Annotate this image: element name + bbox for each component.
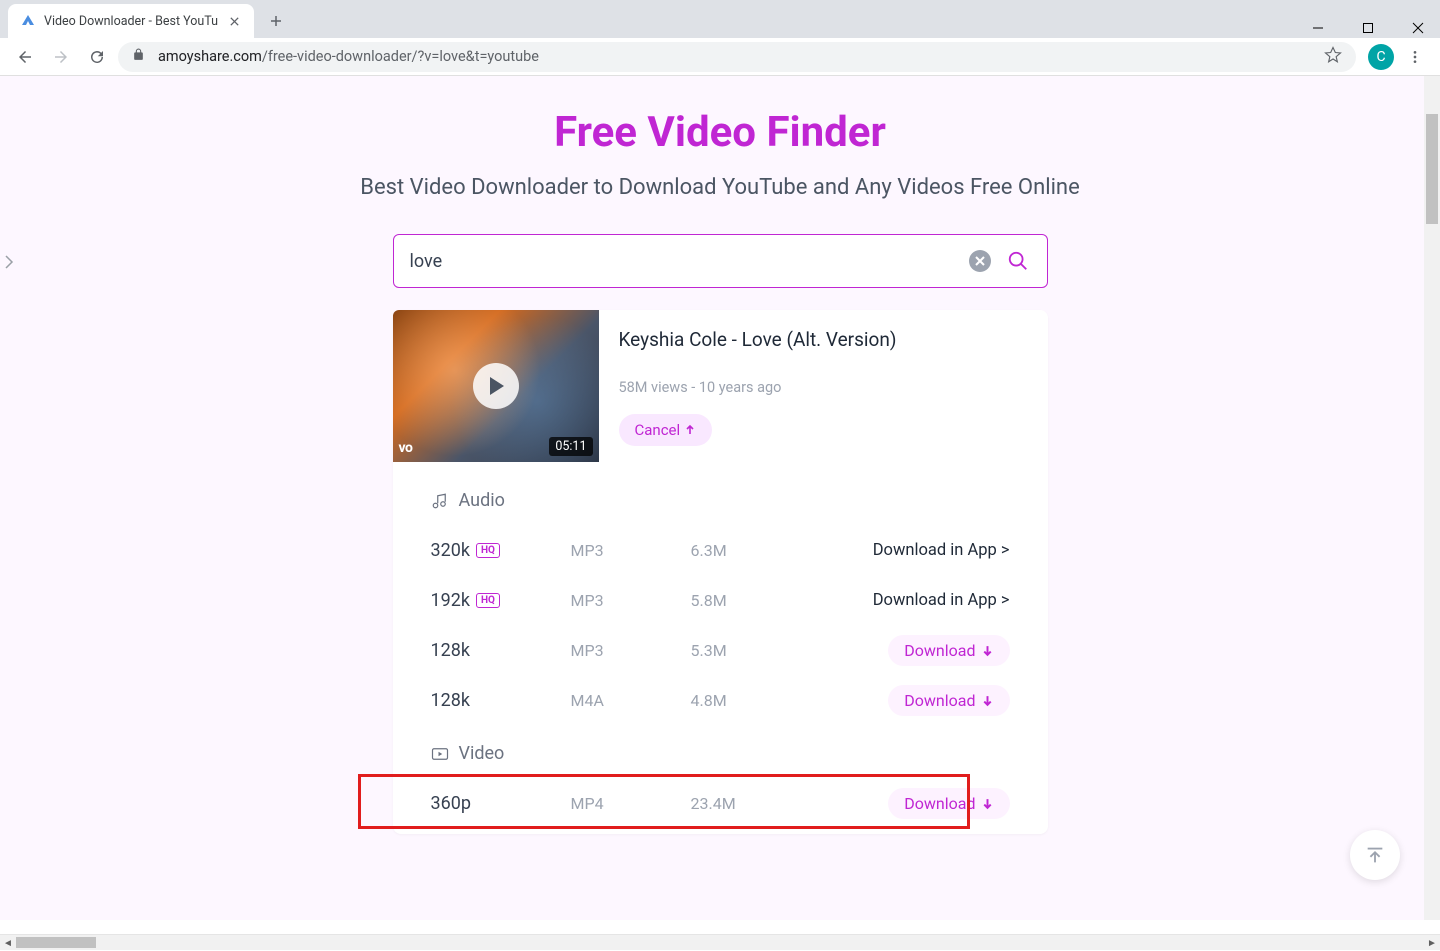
size-cell: 23.4M [691,794,851,813]
quality-cell: 128k [431,640,571,661]
download-in-app-link[interactable]: Download in App > [873,591,1010,610]
size-cell: 4.8M [691,691,851,710]
search-input[interactable] [410,251,955,272]
vertical-scrollbar[interactable] [1424,76,1440,920]
cancel-label: Cancel [635,421,681,439]
format-cell: MP3 [571,641,691,660]
search-bar [393,234,1048,288]
format-cell: MP3 [571,541,691,560]
video-thumbnail[interactable]: vo 05:11 [393,310,599,462]
size-cell: 6.3M [691,541,851,560]
browser-tabbar: Video Downloader - Best YouTu [0,0,1440,38]
url-text: amoyshare.com/free-video-downloader/?v=l… [158,48,1312,65]
arrow-down-icon [981,797,994,810]
browser-tab[interactable]: Video Downloader - Best YouTu [8,4,254,38]
result-card: vo 05:11 Keyshia Cole - Love (Alt. Versi… [393,310,1048,834]
video-title: Keyshia Cole - Love (Alt. Version) [619,328,1028,351]
action-cell: Download [851,685,1010,716]
hq-badge: HQ [476,543,500,558]
video-icon [431,745,449,763]
tab-title: Video Downloader - Best YouTu [44,14,218,29]
horizontal-scrollbar[interactable]: ◄ ► [0,934,1440,950]
nav-back-button[interactable] [10,42,40,72]
page-title: Free Video Finder [554,108,886,157]
format-cell: MP4 [571,794,691,813]
back-to-top-button[interactable] [1350,830,1400,880]
quality-cell: 320kHQ [431,540,571,561]
browser-toolbar: amoyshare.com/free-video-downloader/?v=l… [0,38,1440,76]
action-cell: Download in App > [851,590,1010,610]
scrollbar-thumb[interactable] [1426,114,1438,224]
nav-reload-button[interactable] [82,42,112,72]
window-minimize-button[interactable] [1304,14,1332,42]
action-cell: Download [851,788,1010,819]
action-cell: Download in App > [851,540,1010,560]
lock-icon [132,48,146,65]
clear-search-button[interactable] [969,250,991,272]
video-duration: 05:11 [549,437,592,456]
arrow-down-icon [981,644,994,657]
video-stats: 58M views - 10 years ago [619,379,1028,396]
search-button[interactable] [1005,248,1031,274]
action-cell: Download [851,635,1010,666]
scroll-right-arrow[interactable]: ► [1424,935,1440,951]
page-viewport: Free Video Finder Best Video Downloader … [0,76,1440,920]
bookmark-star-icon[interactable] [1324,46,1342,68]
nav-forward-button[interactable] [46,42,76,72]
cancel-button[interactable]: Cancel [619,414,713,446]
new-tab-button[interactable] [262,7,290,35]
page-content: Free Video Finder Best Video Downloader … [0,76,1440,874]
video-section-header: Video [431,743,1010,764]
tab-favicon-icon [20,13,36,29]
page-subtitle: Best Video Downloader to Download YouTub… [360,175,1079,200]
window-controls [1304,14,1432,42]
size-cell: 5.3M [691,641,851,660]
download-button[interactable]: Download [888,635,1009,666]
window-maximize-button[interactable] [1354,14,1382,42]
window-close-button[interactable] [1404,14,1432,42]
vevo-watermark: vo [399,440,413,456]
browser-menu-button[interactable] [1400,49,1430,65]
download-in-app-link[interactable]: Download in App > [873,541,1010,560]
hscroll-thumb[interactable] [16,937,96,948]
download-button[interactable]: Download [888,788,1009,819]
scroll-left-arrow[interactable]: ◄ [0,935,16,951]
address-bar[interactable]: amoyshare.com/free-video-downloader/?v=l… [118,42,1356,72]
arrow-up-icon [684,424,696,436]
format-row: 128kMP35.3M Download [431,625,1010,675]
format-row: 360pMP423.4M Download [431,778,1010,828]
play-icon [473,363,519,409]
quality-cell: 128k [431,690,571,711]
quality-cell: 360p [431,793,571,814]
audio-section-header: Audio [431,490,1010,511]
format-row: 128kM4A4.8M Download [431,675,1010,725]
arrow-down-icon [981,694,994,707]
download-button[interactable]: Download [888,685,1009,716]
format-cell: M4A [571,691,691,710]
format-cell: MP3 [571,591,691,610]
sidebar-expand-icon[interactable] [4,254,14,273]
music-note-icon [431,492,449,510]
hq-badge: HQ [476,593,500,608]
format-row: 192kHQMP35.8M Download in App > [431,575,1010,625]
profile-avatar[interactable]: C [1368,44,1394,70]
quality-cell: 192kHQ [431,590,571,611]
format-row: 320kHQMP36.3M Download in App > [431,525,1010,575]
size-cell: 5.8M [691,591,851,610]
audio-label: Audio [459,490,505,511]
video-section-label: Video [459,743,505,764]
tab-close-icon[interactable] [226,13,242,29]
